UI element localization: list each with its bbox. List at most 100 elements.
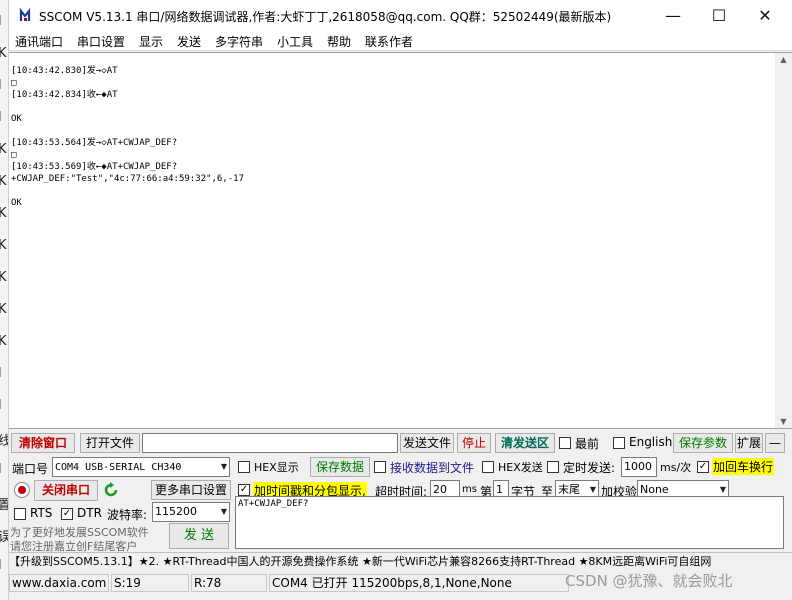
port-status-text: COM4 已打开 115200bps,8,1,None,None [269, 574, 569, 592]
hex-send-label: HEX发送 [498, 461, 543, 474]
add-newline-checkbox[interactable]: ✓ [697, 461, 709, 473]
send-text-area[interactable]: AT+CWJAP_DEF? [235, 496, 784, 549]
checksum-value: None [640, 483, 669, 496]
scroll-down-arrow-icon[interactable]: ▼ [775, 417, 792, 426]
english-checkbox[interactable] [613, 437, 625, 449]
close-button[interactable]: ✕ [742, 0, 788, 31]
background-window-glyph: 误 [0, 526, 8, 545]
port-status-indicator [14, 482, 30, 498]
news-ticker[interactable]: 【升级到SSCOM5.13.1】★2. ★RT-Thread中国人的开源免费操作… [9, 552, 792, 570]
recv-to-file-label: 接收数据到文件 [390, 461, 475, 475]
menu-help[interactable]: 帮助 [327, 33, 351, 50]
recv-to-file-checkbox[interactable] [374, 461, 386, 473]
window-title: SSCOM V5.13.1 串口/网络数据调试器,作者:大虾丁丁,2618058… [39, 10, 612, 24]
port-value: COM4 USB-SERIAL CH340 [55, 462, 182, 473]
interval-input[interactable]: 1000 [621, 457, 657, 477]
receive-text: [10:43:42.830]发→◇AT □ [10:43:42.834]收←◆AT … [11, 65, 766, 209]
background-window-glyph: l [0, 558, 2, 573]
receive-area[interactable]: [10:43:42.830]发→◇AT □ [10:43:42.834]收←◆AT … [9, 52, 792, 429]
sent-count: S:19 [111, 574, 189, 592]
csdn-watermark: CSDN @犹豫、就会败北 [565, 572, 733, 590]
clear-window-button[interactable]: 清除窗口 [11, 433, 75, 453]
menu-multi-string[interactable]: 多字符串 [215, 33, 263, 50]
menu-contact-author[interactable]: 联系作者 [365, 33, 413, 50]
background-window-glyph: 线 [0, 430, 8, 449]
menu-bar: 通讯端口 串口设置 显示 发送 多字符串 小工具 帮助 联系作者 [9, 31, 792, 51]
background-window-glyph: K [0, 302, 7, 317]
dtr-label: DTR [77, 506, 102, 520]
receive-line: [10:43:42.834]收←◆AT [11, 90, 118, 100]
hex-send-checkbox[interactable] [482, 461, 494, 473]
sscom-app-icon [19, 8, 32, 22]
baud-label: 波特率: [107, 508, 148, 522]
interval-unit-label: ms/次 [660, 461, 692, 474]
receive-line [11, 125, 766, 137]
background-window-glyph: K [0, 270, 7, 285]
refresh-icon[interactable] [102, 481, 120, 499]
port-select[interactable]: COM4 USB-SERIAL CH340 ▼ [52, 457, 230, 477]
english-label: English [629, 435, 673, 449]
collapse-button[interactable]: — [765, 433, 785, 453]
receive-line: +CWJAP_DEF:"Test","4c:77:66:a4:59:32",6,… [11, 174, 244, 184]
receive-line: □ [11, 150, 17, 160]
menu-tools[interactable]: 小工具 [277, 33, 313, 50]
dtr-checkbox[interactable]: ✓ [61, 508, 73, 520]
received-count: R:78 [191, 574, 267, 592]
title-bar: SSCOM V5.13.1 串口/网络数据调试器,作者:大虾丁丁,2618058… [9, 0, 792, 31]
background-window-glyph: K [0, 174, 7, 189]
background-window-glyph: K [0, 142, 7, 157]
scroll-up-arrow-icon[interactable]: ▲ [775, 55, 792, 64]
background-window-strip: lKllKKKKKKKll线l置误l [0, 0, 9, 600]
menu-display[interactable]: 显示 [139, 33, 163, 50]
file-path-input[interactable] [142, 433, 398, 453]
save-params-button[interactable]: 保存参数 [673, 433, 733, 453]
add-newline-label: 加回车换行 [712, 458, 775, 475]
open-file-button[interactable]: 打开文件 [80, 433, 140, 453]
background-window-glyph: l [0, 366, 2, 381]
receive-line: OK [11, 198, 22, 208]
clear-send-area-button[interactable]: 清发送区 [495, 433, 555, 453]
minimize-button[interactable]: — [650, 0, 696, 31]
rts-checkbox[interactable] [14, 508, 26, 520]
topmost-checkbox[interactable] [559, 437, 571, 449]
port-label: 端口号 [12, 462, 49, 476]
baud-value: 115200 [155, 505, 197, 518]
expand-button[interactable]: 扩展 [735, 433, 763, 453]
receive-line [11, 101, 766, 113]
toolbar-row: 清除窗口 打开文件 发送文件 停止 清发送区 最前 English 保存参数 扩… [9, 432, 792, 454]
background-window-glyph: K [0, 206, 7, 221]
background-window-glyph: 置 [0, 494, 8, 513]
ms-label: ms [462, 484, 477, 495]
receive-line: [10:43:42.830]发→◇AT [11, 66, 118, 76]
send-file-button[interactable]: 发送文件 [400, 433, 454, 453]
receive-line [11, 185, 766, 197]
background-window-glyph: K [0, 46, 7, 61]
stop-button[interactable]: 停止 [457, 433, 491, 453]
maximize-button[interactable]: ☐ [696, 0, 742, 31]
baud-select[interactable]: 115200 ▼ [152, 502, 230, 522]
menu-serial-settings[interactable]: 串口设置 [77, 33, 125, 50]
save-data-button[interactable]: 保存数据 [310, 457, 370, 477]
background-window-glyph: l [0, 14, 2, 29]
hex-display-label: HEX显示 [254, 461, 299, 474]
close-port-button[interactable]: 关闭串口 [34, 480, 98, 501]
timed-send-label: 定时发送: [563, 461, 616, 475]
timestamp-checkbox[interactable]: ✓ [238, 484, 250, 496]
receive-line: [10:43:53.564]发→◇AT+CWJAP_DEF? [11, 138, 178, 148]
more-serial-settings-button[interactable]: 更多串口设置 [151, 480, 231, 500]
website-link[interactable]: www.daxia.com [9, 574, 109, 592]
menu-send[interactable]: 发送 [177, 33, 201, 50]
hex-display-checkbox[interactable] [238, 461, 250, 473]
topmost-label: 最前 [575, 437, 600, 451]
background-window-glyph: K [0, 238, 7, 253]
chevron-down-icon: ▼ [220, 507, 227, 516]
to-value: 末尾 [558, 483, 580, 496]
background-window-glyph: K [0, 334, 7, 349]
menu-comm-port[interactable]: 通讯端口 [15, 33, 63, 50]
timed-send-checkbox[interactable] [547, 461, 559, 473]
background-window-glyph: l [0, 78, 2, 93]
background-window-glyph: l [0, 462, 2, 477]
send-button[interactable]: 发 送 [169, 523, 229, 549]
chevron-down-icon: ▼ [220, 462, 227, 471]
receive-scrollbar[interactable]: ▲ ▼ [775, 53, 792, 428]
